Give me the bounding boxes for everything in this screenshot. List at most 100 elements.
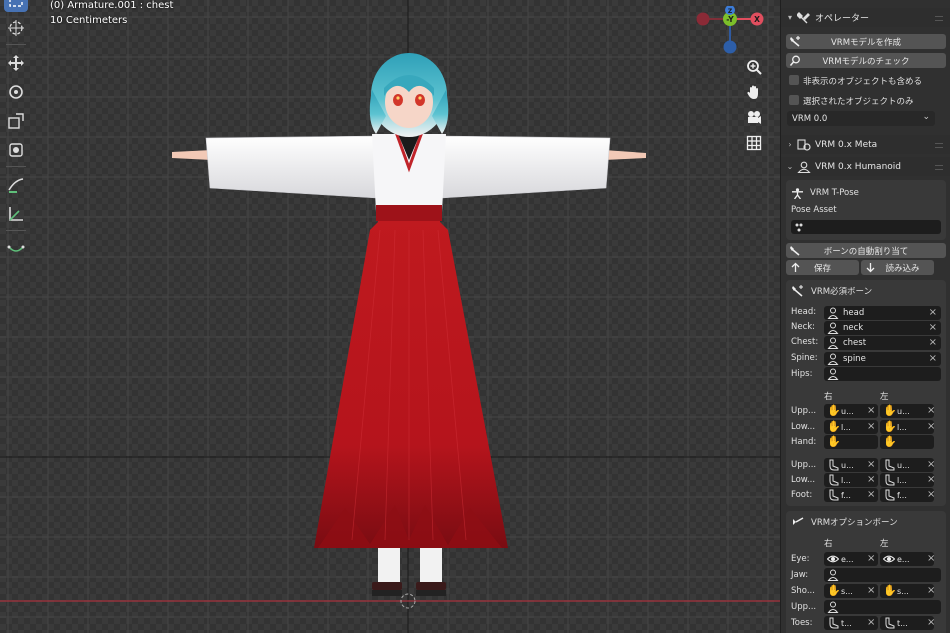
- clear-icon[interactable]: ×: [927, 552, 935, 566]
- clear-icon[interactable]: ×: [867, 420, 875, 434]
- selected-only-label: 選択されたオブジェクトのみ: [803, 97, 914, 107]
- clear-icon[interactable]: ×: [929, 321, 937, 335]
- vrm-version-select[interactable]: VRM 0.0 ⌄: [787, 111, 935, 126]
- tpose-icon: [792, 188, 803, 199]
- clear-icon[interactable]: ×: [867, 404, 875, 418]
- annotate-icon[interactable]: [4, 173, 28, 197]
- drag-grip-icon[interactable]: [935, 143, 943, 148]
- clear-icon[interactable]: ×: [927, 616, 935, 630]
- hand-label: Hand:: [791, 437, 817, 447]
- drag-grip-icon[interactable]: [935, 165, 943, 170]
- clear-icon[interactable]: ×: [867, 488, 875, 502]
- check-vrm-button[interactable]: VRMモデルのチェック: [786, 53, 946, 68]
- auto-assign-bones-button[interactable]: ボーンの自動割り当て: [786, 243, 946, 258]
- clear-icon[interactable]: ×: [927, 404, 935, 418]
- scale-icon[interactable]: [4, 109, 28, 133]
- required-bones-box: VRM必須ボーン Head: head × Neck: neck × Chest…: [786, 280, 946, 506]
- clear-icon[interactable]: ×: [927, 473, 935, 487]
- left-upper-arm-field[interactable]: ✋ u...: [880, 404, 934, 418]
- clear-icon[interactable]: ×: [867, 473, 875, 487]
- jaw-bone-field[interactable]: [824, 568, 941, 582]
- chest-bone-field[interactable]: chest ×: [824, 336, 941, 350]
- upper-arm-label: Upp...: [791, 406, 817, 416]
- left-foot-field[interactable]: f...: [880, 488, 934, 502]
- foot-icon: [885, 459, 895, 471]
- humanoid-panel-header[interactable]: ⌄ VRM 0.x Humanoid: [781, 157, 950, 176]
- hand-icon: ✋: [827, 420, 841, 433]
- clear-icon[interactable]: ×: [867, 552, 875, 566]
- left-toes-field[interactable]: t...: [880, 616, 934, 630]
- armature-icon: [790, 246, 800, 256]
- eye-label: Eye:: [791, 554, 810, 564]
- include-hidden-checkbox[interactable]: [789, 75, 799, 85]
- clear-icon[interactable]: ×: [927, 488, 935, 502]
- clear-icon[interactable]: ×: [929, 336, 937, 350]
- neck-label: Neck:: [791, 322, 816, 332]
- clear-icon[interactable]: ×: [867, 458, 875, 472]
- left-hand-field[interactable]: ✋: [880, 435, 934, 449]
- foot-icon: [829, 459, 839, 471]
- svg-text:-Y: -Y: [726, 15, 734, 24]
- bone-envelope-icon[interactable]: [4, 236, 28, 260]
- clear-icon[interactable]: ×: [867, 584, 875, 598]
- move-icon[interactable]: [4, 51, 28, 75]
- bone-icon: [827, 368, 839, 380]
- foot-icon: [885, 617, 895, 629]
- hand-icon: ✋: [827, 584, 841, 597]
- left-shoulder-field[interactable]: ✋ s...: [880, 584, 934, 598]
- clear-icon[interactable]: ×: [929, 306, 937, 320]
- include-hidden-label: 非表示のオブジェクトも含める: [803, 77, 923, 87]
- rotate-icon[interactable]: [4, 80, 28, 104]
- grid-icon[interactable]: [742, 131, 766, 155]
- required-bones-title: VRM必須ボーン: [811, 287, 873, 297]
- clear-icon[interactable]: ×: [927, 458, 935, 472]
- camera-icon[interactable]: [742, 105, 766, 129]
- zoom-icon[interactable]: [742, 55, 766, 79]
- chest-label: Chest:: [791, 337, 819, 347]
- 3d-viewport[interactable]: (0) Armature.001 : chest 10 Centimeters: [0, 0, 780, 633]
- tweak-icon[interactable]: [4, 0, 28, 12]
- transform-icon[interactable]: [4, 138, 28, 162]
- axis-gizmo[interactable]: -Y Z X: [695, 6, 770, 56]
- bone-icon: [827, 569, 839, 581]
- load-button[interactable]: 読み込み: [861, 260, 934, 275]
- hand-icon: ✋: [883, 435, 897, 448]
- clear-icon[interactable]: ×: [927, 420, 935, 434]
- clear-icon[interactable]: ×: [927, 584, 935, 598]
- selected-only-checkbox[interactable]: [789, 95, 799, 105]
- clear-icon[interactable]: ×: [867, 616, 875, 630]
- left-lower-arm-field[interactable]: ✋ l...: [880, 420, 934, 434]
- armature-icon: [790, 36, 800, 47]
- left-eye-field[interactable]: e...: [880, 552, 934, 566]
- bone-icon: [827, 353, 839, 365]
- clear-icon[interactable]: ×: [929, 352, 937, 366]
- spine-bone-field[interactable]: spine ×: [824, 352, 941, 366]
- eye-icon: [827, 555, 839, 563]
- eye-icon: [883, 555, 895, 563]
- left-upper-leg-field[interactable]: u...: [880, 458, 934, 472]
- cursor-icon[interactable]: [4, 16, 28, 40]
- meta-panel-header[interactable]: › VRM 0.x Meta: [781, 135, 950, 154]
- save-button[interactable]: 保存: [786, 260, 859, 275]
- neck-bone-field[interactable]: neck ×: [824, 321, 941, 335]
- create-vrm-button[interactable]: VRMモデルを作成: [786, 34, 946, 49]
- foot-icon: [885, 489, 895, 501]
- operator-panel-header[interactable]: ▾ オペレーター: [781, 8, 950, 27]
- left-lower-leg-field[interactable]: l...: [880, 473, 934, 487]
- sidebar-panel: ▾ オペレーター VRMモデルを作成 VRMモデルのチェック 非表示のオブジェク…: [780, 0, 950, 633]
- column-left-label: 左: [880, 392, 889, 402]
- right-hand-field[interactable]: ✋: [824, 435, 878, 449]
- hips-label: Hips:: [791, 369, 813, 379]
- character-model[interactable]: [0, 0, 780, 633]
- chevron-right-icon: ›: [788, 140, 792, 149]
- pan-hand-icon[interactable]: [742, 80, 766, 104]
- hips-bone-field[interactable]: [824, 367, 941, 381]
- pose-asset-label: Pose Asset: [791, 205, 837, 215]
- upper-chest-bone-field[interactable]: [824, 600, 941, 614]
- search-icon: [790, 55, 800, 66]
- pose-asset-field[interactable]: [791, 220, 941, 234]
- drag-grip-icon[interactable]: [935, 16, 943, 21]
- measure-icon[interactable]: [4, 202, 28, 226]
- head-bone-field[interactable]: head ×: [824, 306, 941, 320]
- scale-info-text: 10 Centimeters: [50, 15, 128, 26]
